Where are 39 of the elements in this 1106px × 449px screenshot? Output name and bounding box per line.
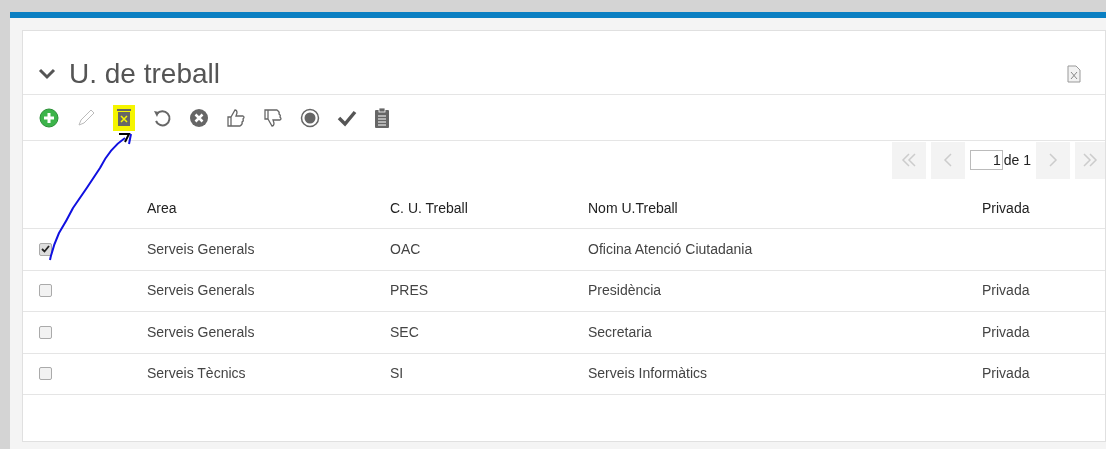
table-cell: Serveis Tècnics bbox=[147, 365, 246, 382]
undo-icon[interactable] bbox=[152, 107, 172, 128]
table-cell: Oficina Atenció Ciutadania bbox=[588, 240, 753, 257]
table-cell: PRES bbox=[390, 282, 429, 299]
table-cell: SI bbox=[390, 365, 404, 382]
column-header[interactable]: Nom U.Treball bbox=[588, 199, 678, 216]
panel-title: U. de treball bbox=[69, 56, 220, 91]
chevron-left-icon bbox=[942, 153, 953, 167]
table-cell: Privada bbox=[982, 282, 1030, 299]
page-input-field[interactable]: 1 bbox=[969, 150, 1003, 170]
table-cell: Serveis Informàtics bbox=[588, 365, 708, 382]
trash-icon[interactable] bbox=[113, 104, 135, 131]
double-chevron-left-icon bbox=[900, 153, 917, 167]
table-cell: Privada bbox=[982, 365, 1030, 382]
thumbs-down-icon[interactable] bbox=[263, 107, 283, 128]
table-cell: OAC bbox=[390, 240, 421, 257]
add-icon[interactable] bbox=[39, 107, 59, 128]
table-cell: Serveis Generals bbox=[147, 282, 255, 299]
table-cell: SEC bbox=[390, 323, 419, 340]
checkbox[interactable] bbox=[39, 284, 52, 298]
clipboard-icon[interactable] bbox=[374, 107, 390, 128]
double-chevron-right-icon bbox=[1082, 153, 1098, 167]
table-cell: Secretaria bbox=[588, 323, 652, 340]
table-cell: Privada bbox=[982, 323, 1030, 340]
chevron-down-icon[interactable] bbox=[37, 66, 57, 81]
thumbs-up-icon[interactable] bbox=[226, 107, 246, 128]
chevron-right-icon bbox=[1048, 153, 1058, 167]
checkbox[interactable] bbox=[39, 367, 52, 381]
checkbox[interactable] bbox=[39, 325, 52, 339]
spreadsheet-file-icon[interactable] bbox=[1067, 64, 1081, 83]
close-icon[interactable] bbox=[189, 107, 209, 128]
column-header[interactable]: Area bbox=[147, 199, 177, 216]
table-cell: Presidència bbox=[588, 282, 662, 299]
column-header[interactable]: C. U. Treball bbox=[390, 199, 468, 216]
column-header[interactable]: Privada bbox=[982, 199, 1030, 216]
table-cell: Serveis Generals bbox=[147, 323, 255, 340]
table-cell: Serveis Generals bbox=[147, 240, 255, 257]
checkbox[interactable] bbox=[39, 242, 52, 256]
page-count: de 1 bbox=[1003, 150, 1031, 170]
